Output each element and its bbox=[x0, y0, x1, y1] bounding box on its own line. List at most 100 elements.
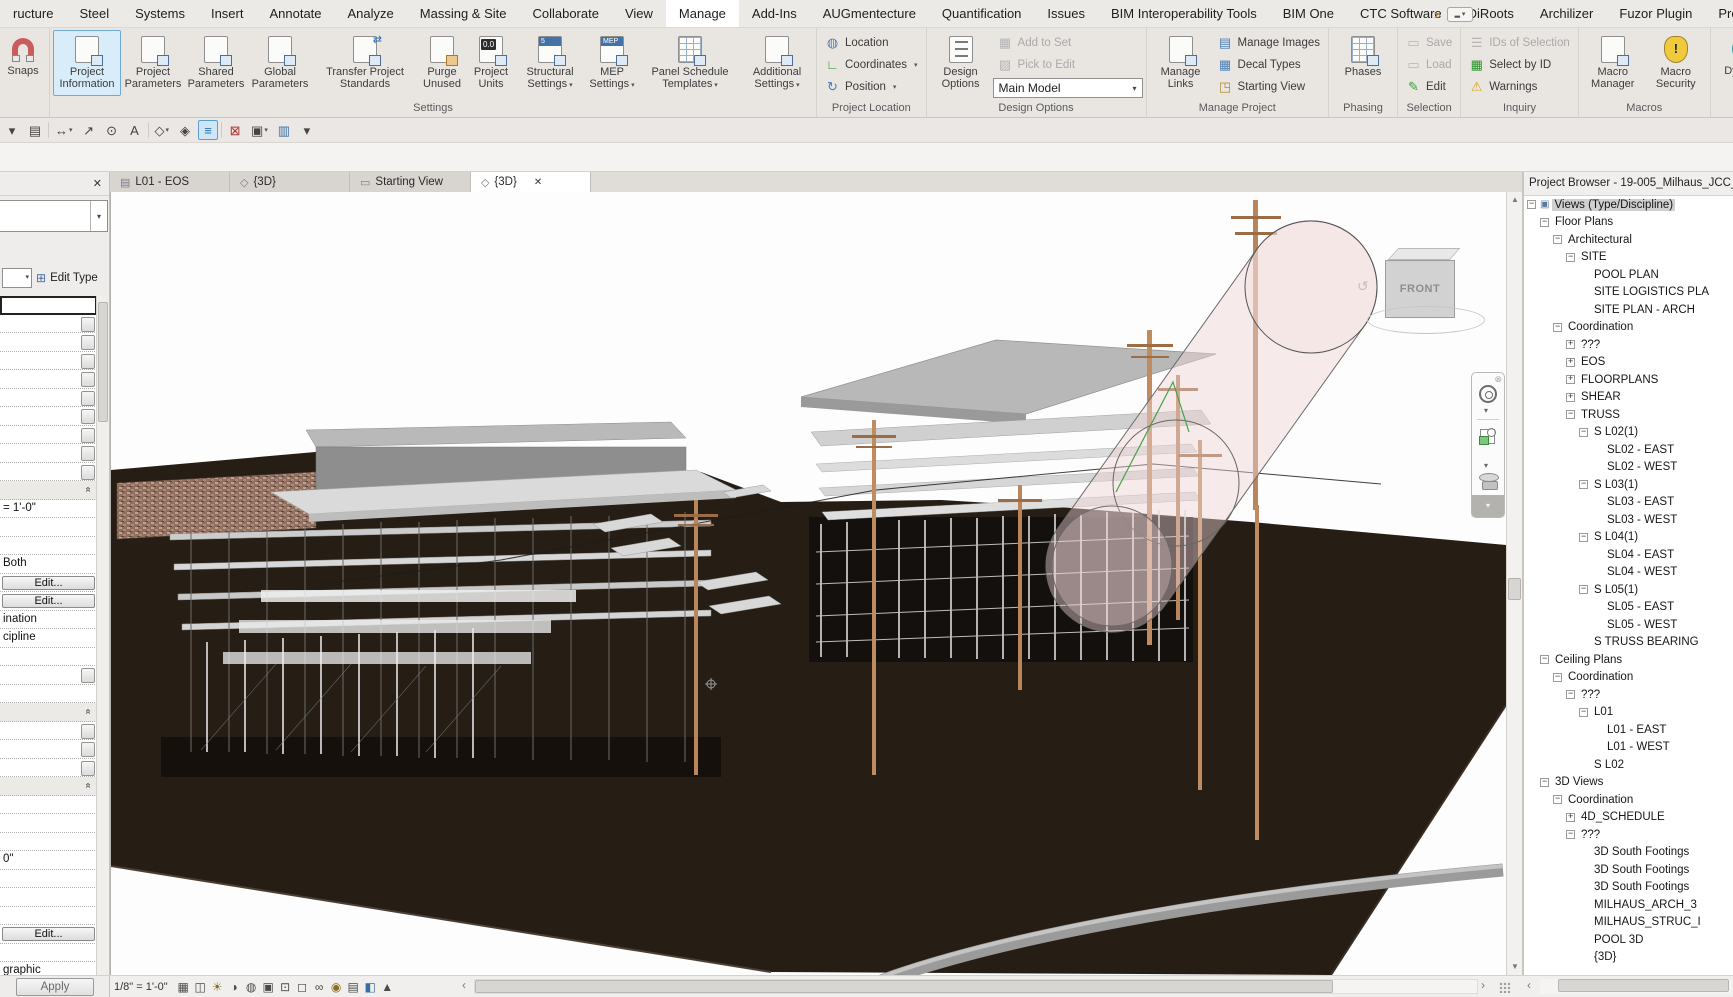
tree-expander-icon[interactable] bbox=[1553, 323, 1562, 332]
tree-expander-icon[interactable] bbox=[1566, 690, 1575, 699]
ribbon-row-button[interactable]: ⚠ Warnings bbox=[1464, 76, 1575, 97]
ribbon-row-button[interactable]: ▦ Decal Types bbox=[1213, 54, 1325, 75]
property-row[interactable] bbox=[0, 537, 97, 556]
edit-type-button[interactable]: Edit Type bbox=[50, 272, 98, 284]
tree-expander-icon[interactable] bbox=[1553, 673, 1562, 682]
property-row[interactable]: 0" bbox=[0, 851, 97, 870]
tree-item[interactable]: ▣ MILHAUS_STRUC_I bbox=[1524, 914, 1733, 932]
property-row[interactable] bbox=[0, 389, 97, 408]
viewcube[interactable]: ↺ FRONT bbox=[1383, 248, 1483, 344]
separator[interactable] bbox=[221, 122, 222, 138]
rendering-dialog-icon[interactable]: ◍ bbox=[243, 978, 260, 996]
viewcube-compass-ring[interactable] bbox=[1367, 306, 1485, 334]
property-row[interactable] bbox=[0, 814, 97, 833]
temporary-hide-isolate-icon[interactable]: ∞ bbox=[311, 978, 328, 996]
tree-expander-icon[interactable] bbox=[1553, 235, 1562, 244]
ribbon-row-button[interactable]: ☰ IDs of Selection bbox=[1464, 32, 1575, 53]
worksharing-display-icon[interactable]: ◧ bbox=[362, 978, 379, 996]
property-row[interactable] bbox=[0, 518, 97, 537]
snaps-button[interactable]: Snaps bbox=[0, 30, 46, 96]
steering-wheel-icon[interactable] bbox=[1479, 385, 1497, 403]
ribbon-button[interactable]: Macro Security bbox=[1645, 30, 1707, 96]
drawing-area[interactable]: ↺ FRONT ⊗ ▾ ▾ ▾ bbox=[110, 192, 1506, 975]
phases-button[interactable]: Phases bbox=[1332, 30, 1394, 96]
tree-item[interactable]: ▣ SITE LOGISTICS PLA bbox=[1524, 284, 1733, 302]
scroll-left-icon[interactable]: ‹ bbox=[1527, 978, 1531, 992]
tree-expander-icon[interactable] bbox=[1553, 795, 1562, 804]
measure-icon[interactable]: ↔ bbox=[52, 120, 76, 140]
property-row[interactable] bbox=[0, 426, 97, 445]
tree-item[interactable]: ▣ SITE PLAN - ARCH bbox=[1524, 301, 1733, 319]
tree-item[interactable]: ▣ Coordination bbox=[1524, 791, 1733, 809]
ribbon-tab[interactable]: Insert bbox=[198, 0, 257, 27]
tree-item[interactable]: ▣ EOS bbox=[1524, 354, 1733, 372]
close-icon[interactable]: ✕ bbox=[93, 177, 102, 190]
tree-expander-icon[interactable] bbox=[1540, 778, 1549, 787]
tree-item[interactable]: ▣ SL02 - WEST bbox=[1524, 459, 1733, 477]
lock-3d-view-icon[interactable]: ◻ bbox=[294, 978, 311, 996]
tree-item[interactable]: ▣ Coordination bbox=[1524, 669, 1733, 687]
tag-icon[interactable]: ⊙ bbox=[102, 120, 122, 140]
ribbon-tab[interactable]: Steel bbox=[66, 0, 122, 27]
tree-expander-icon[interactable] bbox=[1566, 830, 1575, 839]
tree-expander-icon[interactable] bbox=[1540, 655, 1549, 664]
ribbon-row-button[interactable]: ▦ Add to Set bbox=[993, 32, 1143, 53]
ribbon-tab[interactable]: AUGmentecture bbox=[810, 0, 929, 27]
tree-item[interactable]: ▣ TRUSS bbox=[1524, 406, 1733, 424]
separator[interactable] bbox=[148, 122, 149, 138]
property-row[interactable] bbox=[0, 944, 97, 963]
ribbon-button[interactable]: Project Units bbox=[467, 30, 515, 96]
ribbon-button[interactable]: Dynamo bbox=[1714, 30, 1733, 96]
ribbon-tab[interactable]: Annotate bbox=[256, 0, 334, 27]
chevron-down-icon[interactable]: ▾ bbox=[1484, 406, 1488, 415]
ribbon-tab[interactable]: Massing & Site bbox=[407, 0, 520, 27]
tree-item[interactable]: ▣ S L05(1) bbox=[1524, 581, 1733, 599]
property-row[interactable] bbox=[0, 759, 97, 778]
property-row[interactable] bbox=[0, 870, 97, 889]
tree-item[interactable]: ▣ SHEAR bbox=[1524, 389, 1733, 407]
tree-item[interactable]: ▣ SITE bbox=[1524, 249, 1733, 267]
ribbon-row-button[interactable]: ▦ Select by ID bbox=[1464, 54, 1575, 75]
ribbon-tab[interactable]: Analyze bbox=[335, 0, 407, 27]
ribbon-row-button[interactable]: ◳ Starting View bbox=[1213, 76, 1325, 97]
view-tab[interactable]: ◇ {3D} bbox=[230, 172, 350, 192]
ribbon-row-button[interactable]: ✎ Edit bbox=[1401, 76, 1457, 97]
ribbon-tab[interactable]: BIM Interoperability Tools bbox=[1098, 0, 1270, 27]
view-scale-button[interactable]: 1/8" = 1'-0" bbox=[114, 981, 168, 993]
property-row[interactable]: graphic bbox=[0, 962, 97, 975]
property-row[interactable] bbox=[0, 333, 97, 352]
tree-item[interactable]: ▣ SL04 - EAST bbox=[1524, 546, 1733, 564]
customize-partial-icon[interactable]: ▾ bbox=[2, 120, 22, 140]
tree-item[interactable]: ▣ S L03(1) bbox=[1524, 476, 1733, 494]
property-row[interactable]: cipline bbox=[0, 629, 97, 648]
ribbon-button[interactable]: Additional Settings bbox=[741, 30, 813, 96]
tree-item[interactable]: ▣ ??? bbox=[1524, 336, 1733, 354]
property-row[interactable] bbox=[0, 648, 97, 667]
apply-button[interactable]: Apply bbox=[16, 978, 94, 996]
orbit-tool-icon[interactable] bbox=[1479, 473, 1499, 482]
close-icon[interactable]: ✕ bbox=[534, 177, 542, 188]
viewcube-top-face[interactable] bbox=[1388, 248, 1461, 260]
tree-item[interactable]: ▣ L01 - WEST bbox=[1524, 739, 1733, 757]
property-row[interactable]: Both bbox=[0, 555, 97, 574]
property-row[interactable] bbox=[0, 370, 97, 389]
scrollbar-thumb[interactable] bbox=[1508, 578, 1521, 600]
section-icon[interactable]: ◈ bbox=[175, 120, 195, 140]
ribbon-tab[interactable]: Systems bbox=[122, 0, 198, 27]
ribbon-tab[interactable]: Quantification bbox=[929, 0, 1035, 27]
tree-item[interactable]: ▣ SL05 - EAST bbox=[1524, 599, 1733, 617]
tree-item[interactable]: ▣ Architectural bbox=[1524, 231, 1733, 249]
scroll-right-icon[interactable]: › bbox=[1481, 978, 1485, 992]
manage-links-button[interactable]: Manage Links bbox=[1150, 30, 1212, 96]
property-row[interactable]: Edit... bbox=[0, 574, 97, 593]
detail-level-icon[interactable]: ▦ bbox=[175, 978, 192, 996]
tree-item[interactable]: ▣ 3D South Footings bbox=[1524, 879, 1733, 897]
scrollbar-thumb[interactable] bbox=[1558, 979, 1729, 992]
navbar-more-tools[interactable]: ▾ bbox=[1472, 495, 1504, 517]
scrollbar-thumb[interactable] bbox=[475, 980, 1333, 993]
scroll-down-icon[interactable]: ▼ bbox=[1507, 959, 1523, 975]
property-row[interactable]: = 1'-0" bbox=[0, 500, 97, 519]
property-row[interactable]: Edit... bbox=[0, 592, 97, 611]
ribbon-button[interactable]: Project Parameters bbox=[122, 30, 184, 96]
property-row[interactable] bbox=[0, 481, 97, 500]
